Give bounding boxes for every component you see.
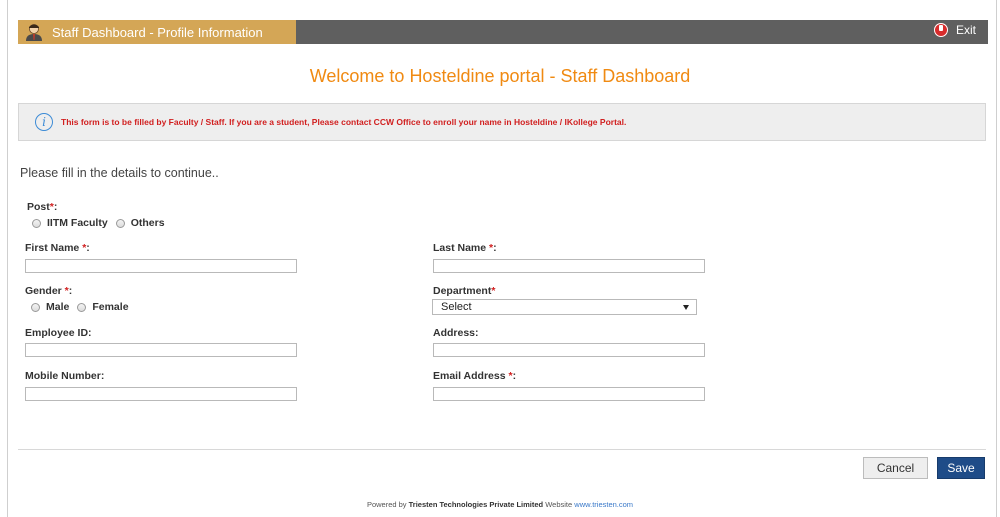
required-marker: * (61, 285, 69, 297)
department-selected-value: Select (441, 301, 472, 313)
window-title: Staff Dashboard - Profile Information (52, 24, 263, 40)
email-label-text: Email Address (433, 370, 506, 382)
exit-label: Exit (955, 23, 976, 37)
info-icon: i (35, 113, 53, 131)
radio-iitm-faculty[interactable] (32, 218, 41, 228)
last-name-label: Last Name *: (433, 242, 497, 254)
first-name-field[interactable] (25, 259, 297, 273)
first-name-label: First Name *: (25, 242, 90, 254)
employee-id-label: Employee ID: (25, 327, 92, 339)
intro-text: Please fill in the details to continue.. (20, 166, 219, 180)
footer-website-label: Website (545, 500, 573, 509)
user-avatar-icon (24, 23, 44, 41)
radio-label-male: Male (46, 301, 70, 313)
email-label: Email Address *: (433, 370, 517, 382)
gender-label: Gender *: (25, 285, 73, 297)
title-badge: Staff Dashboard - Profile Information (18, 20, 296, 44)
address-field[interactable] (433, 343, 705, 357)
radio-label-iitm-faculty: IITM Faculty (47, 217, 108, 229)
post-label-text: Post (27, 201, 50, 213)
post-label: Post*: (27, 201, 58, 213)
post-radio-group: IITM Faculty Others (32, 217, 173, 229)
employee-id-field[interactable] (25, 343, 297, 357)
required-marker: * (508, 370, 513, 382)
page-title: Welcome to Hosteldine portal - Staff Das… (309, 66, 691, 86)
exit-button[interactable]: Exit (933, 23, 976, 37)
mobile-field[interactable] (25, 387, 297, 401)
notice-banner: i This form is to be filled by Faculty /… (18, 103, 986, 141)
address-label: Address: (433, 327, 479, 339)
required-marker: * (82, 242, 87, 254)
footer-company: Triesten Technologies Private Limited (408, 500, 544, 509)
power-icon (933, 23, 948, 37)
last-name-label-text: Last Name (433, 242, 487, 254)
radio-female[interactable] (77, 302, 87, 312)
titlebar: Staff Dashboard - Profile Information Ex… (18, 20, 988, 44)
department-select[interactable]: Select (432, 299, 697, 315)
radio-others[interactable] (115, 218, 125, 228)
gender-label-text: Gender (25, 285, 62, 297)
required-marker: * (49, 201, 54, 213)
last-name-field[interactable] (433, 259, 705, 273)
chevron-down-icon (683, 305, 689, 310)
first-name-label-text: First Name (25, 242, 80, 254)
notice-text: This form is to be filled by Faculty / S… (61, 117, 627, 127)
footer: Powered by Triesten Technologies Private… (0, 500, 1000, 509)
email-field[interactable] (433, 387, 705, 401)
mobile-label: Mobile Number: (25, 370, 105, 382)
department-label: Department* (433, 285, 495, 297)
footer-prefix: Powered by (366, 500, 407, 509)
required-marker: * (489, 242, 494, 254)
department-label-text: Department (433, 285, 492, 297)
radio-male[interactable] (31, 302, 40, 312)
gender-radio-group: Male Female (31, 301, 137, 313)
cancel-button[interactable]: Cancel (863, 457, 928, 479)
footer-website-link[interactable]: www.triesten.com (574, 500, 633, 509)
radio-label-others: Others (130, 217, 165, 229)
required-marker: * (491, 285, 496, 297)
divider (18, 449, 986, 450)
radio-label-female: Female (92, 301, 129, 313)
save-button[interactable]: Save (937, 457, 985, 479)
